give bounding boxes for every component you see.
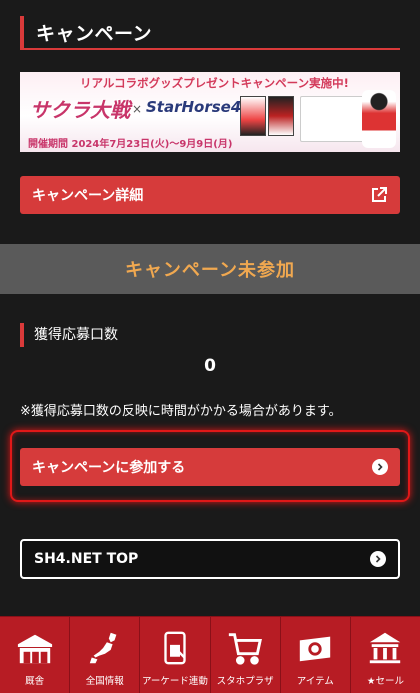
nav-label: ★セール — [366, 676, 404, 687]
nav-item-items[interactable]: アイテム — [281, 617, 351, 693]
arcade-link-icon — [164, 631, 186, 665]
nav-label: 厩舎 — [25, 676, 45, 687]
goods-box-image — [300, 96, 364, 142]
nav-label: スタホプラザ — [216, 676, 274, 687]
section-title: キャンペーン — [36, 23, 153, 45]
campaign-banner[interactable]: リアルコラボグッズプレゼントキャンペーン実施中! サクラ大戦 × StarHor… — [20, 72, 400, 152]
chevron-right-icon — [370, 551, 386, 567]
participation-status: キャンペーン未参加 — [124, 260, 296, 281]
nav-label: アイテム — [296, 676, 334, 687]
nav-item-arcade-link[interactable]: アーケード連動 — [140, 617, 211, 693]
japan-map-icon — [89, 632, 117, 664]
sakura-taisen-logo: サクラ大戦 — [30, 98, 130, 122]
stable-icon — [17, 634, 52, 664]
entries-count: 0 — [204, 356, 216, 376]
join-campaign-button[interactable]: キャンペーンに参加する — [20, 448, 400, 486]
entries-note: ※獲得応募口数の反映に時間がかかる場合があります。 — [20, 404, 342, 419]
bottom-navigation: 厩舎 全国情報 アーケード連動 スタホプラザ アイテム ★セール — [0, 616, 420, 693]
entries-label: 獲得応募口数 — [20, 323, 118, 347]
starhorse4-logo: StarHorse4 — [146, 98, 242, 116]
goods-card-image — [268, 96, 294, 136]
nav-label: アーケード連動 — [141, 676, 208, 687]
sh4-net-top-button[interactable]: SH4.NET TOP — [20, 539, 400, 579]
cart-icon — [228, 633, 263, 665]
campaign-details-button[interactable]: キャンペーン詳細 — [20, 176, 400, 214]
campaign-details-label: キャンペーン詳細 — [32, 188, 144, 204]
campaign-section-header: キャンペーン — [20, 16, 400, 50]
banner-headline: リアルコラボグッズプレゼントキャンペーン実施中! — [80, 76, 349, 90]
join-campaign-label: キャンペーンに参加する — [32, 460, 186, 476]
nav-item-plaza[interactable]: スタホプラザ — [211, 617, 281, 693]
nav-label: 全国情報 — [85, 676, 124, 687]
character-illustration — [362, 90, 396, 148]
banner-period: 開催期間 2024年7月23日(火)〜9月9日(月) — [28, 139, 233, 150]
external-link-icon — [372, 187, 387, 202]
goods-card-image — [240, 96, 266, 136]
nav-item-national-info[interactable]: 全国情報 — [70, 617, 141, 693]
item-ticket-icon — [300, 636, 331, 662]
chevron-right-icon — [372, 459, 388, 475]
nav-item-sale[interactable]: ★セール — [351, 617, 420, 693]
nav-item-stable[interactable]: 厩舎 — [0, 617, 71, 693]
sh4-net-top-label: SH4.NET TOP — [34, 551, 139, 567]
participation-status-band: キャンペーン未参加 — [0, 244, 420, 294]
shop-icon — [370, 632, 401, 664]
collab-times-symbol: × — [132, 102, 143, 116]
